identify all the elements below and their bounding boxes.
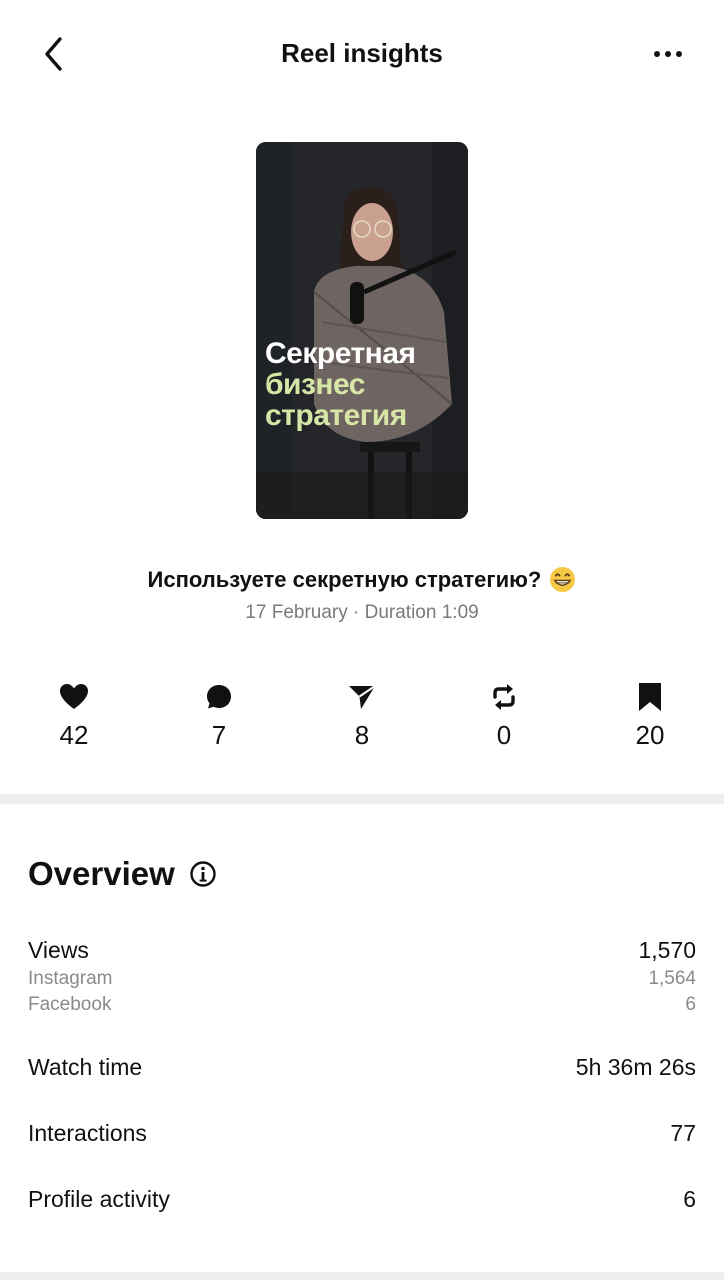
- thumbnail-text-line-1: Секретная: [265, 337, 416, 370]
- reel-caption: Используете секретную стратегию?: [0, 566, 724, 593]
- info-icon[interactable]: [189, 860, 217, 888]
- facebook-views-row: Facebook 6: [28, 994, 696, 1018]
- send-icon: [349, 685, 376, 709]
- instagram-views-row: Instagram 1,564: [28, 968, 696, 992]
- interactions-row[interactable]: Interactions 77: [28, 1120, 696, 1150]
- reposts-count: 0: [496, 720, 512, 750]
- section-divider: [0, 794, 724, 804]
- reel-caption-text: Используете секретную стратегию?: [147, 567, 542, 592]
- shares-count: 8: [354, 720, 370, 750]
- comments-count: 7: [211, 720, 227, 750]
- heart-icon: [60, 684, 88, 709]
- comment-icon: [207, 685, 231, 709]
- likes-stat[interactable]: 42: [24, 680, 124, 751]
- interactions-value: 77: [670, 1120, 696, 1146]
- reel-meta: 17 February · Duration 1:09: [245, 602, 479, 623]
- comments-stat[interactable]: 7: [169, 680, 269, 751]
- bookmark-icon: [639, 683, 661, 711]
- shares-stat[interactable]: 8: [312, 680, 412, 751]
- views-label: Views: [28, 937, 89, 963]
- repost-icon: [493, 684, 515, 710]
- header: Reel insights: [0, 0, 724, 108]
- saves-count: 20: [635, 720, 665, 750]
- grinning-emoji: [550, 566, 576, 593]
- thumbnail-text-line-3: стратегия: [265, 399, 407, 432]
- instagram-label: Instagram: [28, 968, 113, 989]
- reposts-stat[interactable]: 0: [454, 680, 554, 751]
- profile-activity-value: 6: [683, 1186, 696, 1212]
- profile-activity-row[interactable]: Profile activity 6: [28, 1186, 696, 1216]
- instagram-value: 1,564: [648, 968, 696, 989]
- views-row[interactable]: Views 1,570: [28, 937, 696, 967]
- watch-time-row[interactable]: Watch time 5h 36m 26s: [28, 1054, 696, 1084]
- facebook-value: 6: [685, 994, 696, 1015]
- likes-count: 42: [59, 720, 89, 750]
- page-title: Reel insights: [281, 38, 443, 68]
- reel-thumbnail-image: [256, 142, 468, 519]
- overview-title: Overview: [28, 855, 175, 892]
- views-value: 1,570: [638, 937, 696, 963]
- more-horizontal-icon: [654, 51, 682, 57]
- watch-time-value: 5h 36m 26s: [575, 1054, 696, 1080]
- bottom-divider: [0, 1272, 724, 1280]
- saves-stat[interactable]: 20: [600, 680, 700, 751]
- more-options-button[interactable]: [648, 40, 688, 68]
- watch-time-label: Watch time: [28, 1054, 143, 1080]
- profile-activity-label: Profile activity: [28, 1186, 170, 1212]
- reel-thumbnail[interactable]: Секретная бизнес стратегия: [256, 142, 468, 519]
- thumbnail-text-line-2: бизнес: [265, 368, 365, 401]
- facebook-label: Facebook: [28, 994, 112, 1015]
- interactions-label: Interactions: [28, 1120, 147, 1146]
- thumbnail-overlay-text: Секретная бизнес стратегия: [265, 337, 416, 432]
